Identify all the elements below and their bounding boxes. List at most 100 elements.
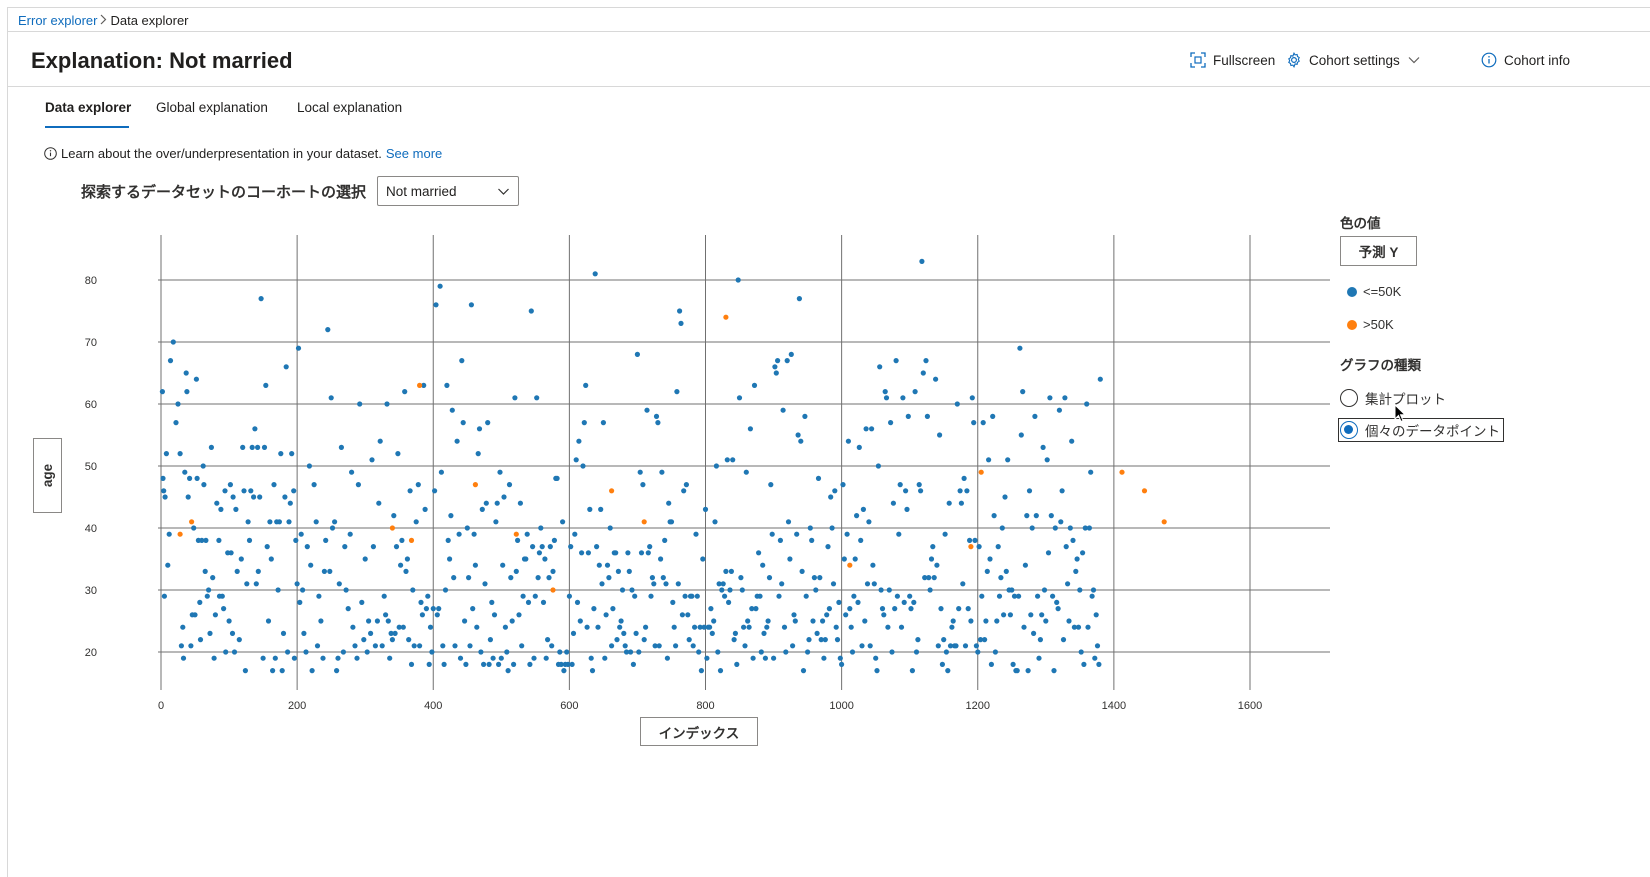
data-point-low-income <box>613 550 619 556</box>
data-point-low-income <box>167 358 174 364</box>
data-point-high-income <box>513 531 519 537</box>
data-point-low-income <box>491 612 498 618</box>
data-point-low-income <box>961 475 967 481</box>
data-point-high-income <box>550 587 556 593</box>
data-point-low-income <box>769 531 775 537</box>
legend-item-high-income[interactable]: >50K <box>1347 317 1394 332</box>
data-point-low-income <box>370 544 376 550</box>
data-point-high-income <box>609 488 615 494</box>
data-point-low-income <box>441 661 447 668</box>
data-point-high-income <box>189 519 195 525</box>
x-axis-selector-button[interactable]: インデックス <box>640 717 758 746</box>
legend-item-low-income[interactable]: <=50K <box>1347 284 1401 299</box>
data-point-low-income <box>784 358 790 364</box>
data-point-low-income <box>614 637 620 643</box>
data-point-low-income <box>295 345 302 351</box>
data-point-low-income <box>776 593 782 599</box>
data-point-low-income <box>958 500 965 506</box>
data-point-low-income <box>471 531 477 537</box>
data-point-low-income <box>294 581 300 587</box>
data-point-low-income <box>741 624 747 630</box>
data-point-low-income <box>596 562 602 568</box>
data-point-low-income <box>513 568 519 575</box>
data-point-low-income <box>395 451 401 457</box>
data-point-low-income <box>272 655 278 661</box>
data-point-low-income <box>325 327 331 333</box>
data-point-low-income <box>487 637 493 643</box>
radio-aggregate-plot[interactable]: 集計プロット <box>1340 388 1446 408</box>
data-point-low-income <box>566 593 573 599</box>
data-point-low-income <box>159 389 165 395</box>
data-point-low-income <box>216 537 222 544</box>
data-point-low-income <box>692 624 698 630</box>
data-point-low-income <box>400 624 406 630</box>
data-point-low-income <box>585 550 592 556</box>
data-point-low-income <box>983 618 989 624</box>
data-point-low-income <box>939 661 946 668</box>
data-point-low-income <box>821 655 827 661</box>
data-point-low-income <box>811 575 818 581</box>
data-point-low-income <box>482 581 488 587</box>
data-point-low-income <box>240 444 246 450</box>
data-point-low-income <box>928 556 935 562</box>
data-point-low-income <box>822 637 828 643</box>
data-point-low-income <box>426 661 432 668</box>
data-point-low-income <box>844 531 850 537</box>
data-point-low-income <box>864 581 871 587</box>
data-point-low-income <box>662 537 668 544</box>
data-point-low-income <box>954 401 960 407</box>
data-point-low-income <box>953 643 959 649</box>
data-point-low-income <box>391 513 397 519</box>
x-tick-label: 1400 <box>1102 700 1126 712</box>
data-point-low-income <box>980 420 986 426</box>
data-point-low-income <box>995 544 1001 550</box>
data-point-low-income <box>1001 612 1007 618</box>
data-point-low-income <box>486 661 492 668</box>
data-point-low-income <box>527 661 533 668</box>
data-point-low-income <box>896 531 902 537</box>
data-point-low-income <box>791 612 797 618</box>
data-point-low-income <box>583 382 589 388</box>
data-point-low-income <box>368 630 374 637</box>
data-point-low-income <box>634 351 641 357</box>
y-axis-selector-button[interactable]: age <box>33 438 62 513</box>
data-point-low-income <box>1025 668 1031 674</box>
data-point-low-income <box>998 575 1004 581</box>
data-point-low-income <box>794 531 800 537</box>
data-point-low-income <box>318 618 324 624</box>
data-point-low-income <box>715 649 721 655</box>
data-point-low-income <box>904 506 910 512</box>
data-point-low-income <box>903 488 909 494</box>
data-point-high-income <box>1119 469 1125 475</box>
data-point-low-income <box>206 587 212 593</box>
data-point-low-income <box>1063 544 1069 550</box>
data-point-low-income <box>193 376 199 382</box>
data-point-low-income <box>969 395 975 401</box>
data-point-low-income <box>434 612 440 618</box>
data-point-low-income <box>392 630 398 637</box>
data-point-low-income <box>956 606 962 612</box>
color-value-button[interactable]: 予測 Y <box>1340 236 1417 266</box>
data-point-low-income <box>785 519 792 525</box>
legend-dot-orange <box>1347 319 1357 330</box>
radio-individual-datapoints[interactable]: 個々のデータポイント <box>1338 418 1504 442</box>
data-point-low-income <box>293 537 299 544</box>
data-point-low-income <box>540 599 547 606</box>
data-point-low-income <box>815 475 822 481</box>
data-point-low-income <box>905 413 911 419</box>
data-point-low-income <box>765 618 771 624</box>
data-point-low-income <box>848 624 854 630</box>
data-point-low-income <box>306 463 312 469</box>
data-point-low-income <box>655 420 661 426</box>
data-point-low-income <box>649 575 656 581</box>
data-point-low-income <box>628 649 634 655</box>
data-point-low-income <box>468 302 474 308</box>
data-point-low-income <box>457 655 464 661</box>
data-point-low-income <box>160 475 166 481</box>
data-point-low-income <box>547 544 553 550</box>
data-point-low-income <box>221 606 227 612</box>
data-point-low-income <box>598 506 604 512</box>
data-point-low-income <box>376 500 382 506</box>
data-point-low-income <box>828 494 834 500</box>
data-point-low-income <box>1092 655 1098 661</box>
